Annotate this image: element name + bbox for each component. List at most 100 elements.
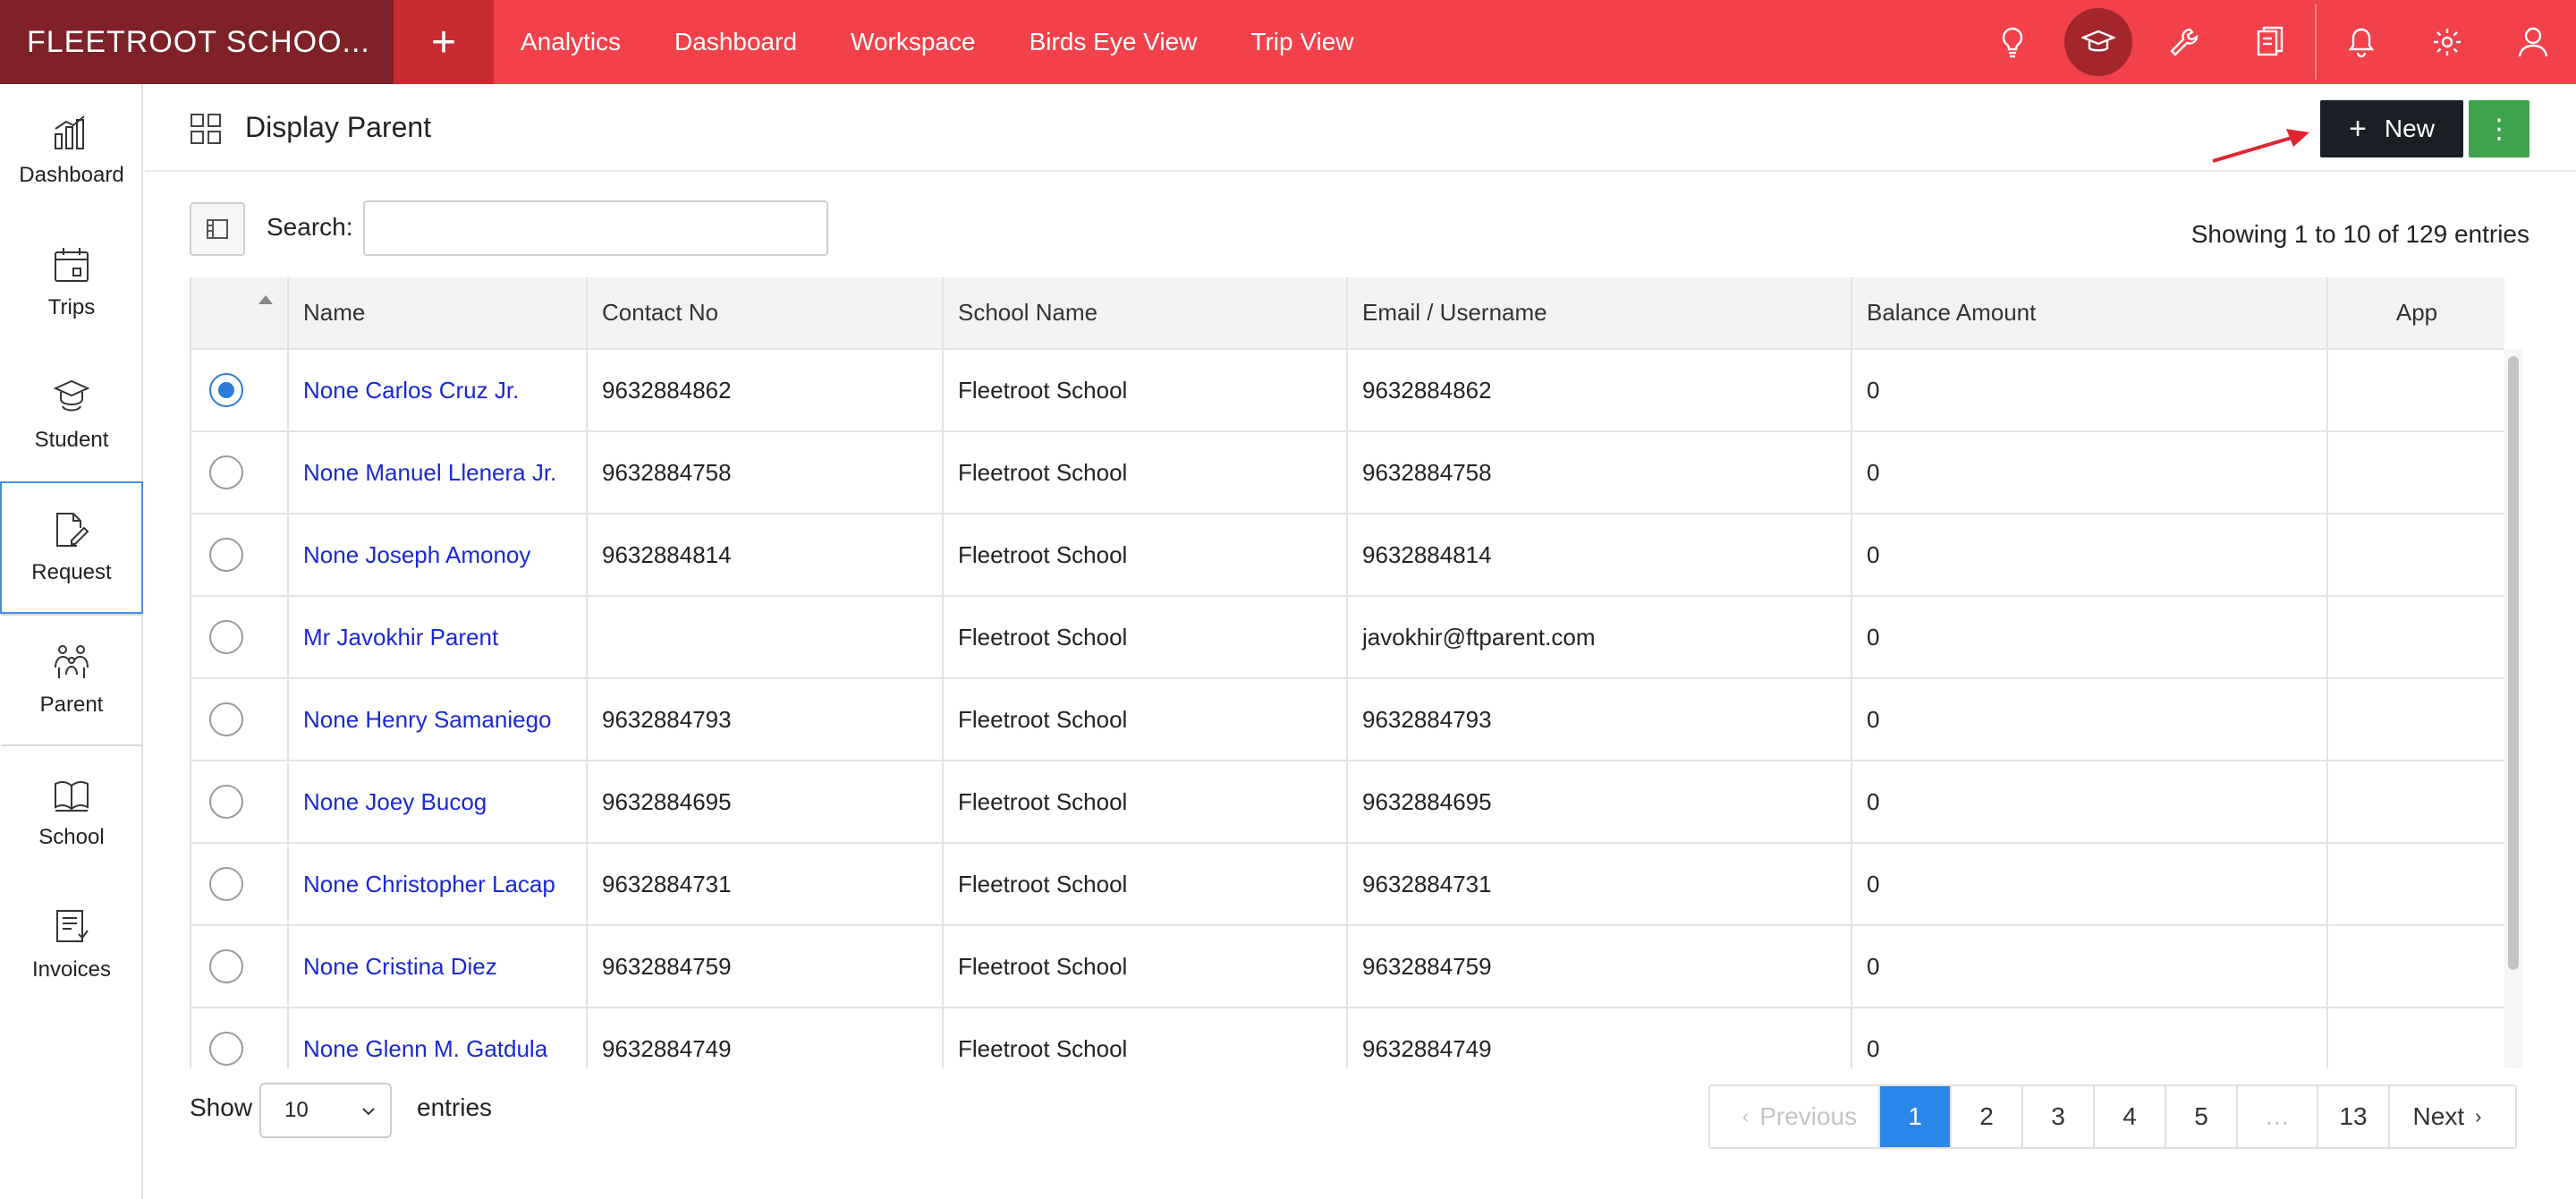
contact-cell: 9632884814 [587, 514, 944, 597]
nav-analytics[interactable]: Analytics [521, 0, 621, 84]
sidebar-item-request[interactable]: Request [0, 481, 143, 614]
brand-title[interactable]: FLEETROOT SCHOO... [0, 0, 394, 84]
search-input[interactable] [363, 200, 828, 256]
parent-name-link[interactable]: None Joseph Amonoy [288, 514, 588, 597]
page-ellipsis: … [2238, 1086, 2318, 1147]
column-header-school[interactable]: School Name [943, 277, 1348, 350]
nav-birds-eye-view[interactable]: Birds Eye View [1030, 0, 1198, 84]
sidebar-item-trips[interactable]: Trips [0, 217, 143, 349]
clipboard-icon[interactable] [2227, 0, 2313, 84]
sidebar-item-label: Trips [47, 295, 96, 319]
more-options-button[interactable]: ⋮ [2469, 100, 2529, 157]
parent-name-link[interactable]: None Henry Samaniego [288, 678, 588, 761]
sidebar-item-dashboard[interactable]: Dashboard [0, 84, 143, 217]
table-row[interactable]: None Cristina Diez 9632884759 Fleetroot … [191, 925, 2504, 1008]
sidebar-item-label: Parent [39, 693, 104, 717]
contact-cell: 9632884749 [587, 1008, 944, 1068]
user-icon[interactable] [2490, 0, 2576, 84]
table-row[interactable]: None Joey Bucog 9632884695 Fleetroot Sch… [191, 761, 2504, 844]
column-toggle-button[interactable] [190, 202, 245, 256]
table-row[interactable]: Mr Javokhir Parent Fleetroot School javo… [191, 596, 2504, 679]
row-radio[interactable] [209, 373, 243, 407]
app-cell [2327, 678, 2504, 761]
nav-dashboard[interactable]: Dashboard [674, 0, 797, 84]
table-row[interactable]: None Christopher Lacap 9632884731 Fleetr… [191, 843, 2504, 926]
column-header-email[interactable]: Email / Username [1347, 277, 1852, 350]
page-button-1[interactable]: 1 [1880, 1086, 1952, 1147]
row-radio[interactable] [209, 949, 243, 983]
column-header-contact[interactable]: Contact No [587, 277, 944, 350]
row-radio[interactable] [209, 455, 243, 489]
parent-name-link[interactable]: None Cristina Diez [288, 925, 588, 1008]
lightbulb-icon[interactable] [1970, 0, 2055, 84]
parent-name-link[interactable]: Mr Javokhir Parent [288, 596, 588, 679]
sidebar-item-invoices[interactable]: Invoices [0, 879, 143, 1011]
new-button-label: New [2384, 115, 2435, 142]
email-cell: 9632884759 [1347, 925, 1852, 1008]
school-cell: Fleetroot School [943, 761, 1348, 844]
wrench-icon[interactable] [2141, 0, 2227, 84]
nav-trip-view[interactable]: Trip View [1250, 0, 1353, 84]
row-radio[interactable] [209, 1032, 243, 1066]
balance-cell: 0 [1852, 514, 2328, 597]
email-cell: 9632884749 [1347, 1008, 1852, 1068]
nav-workspace[interactable]: Workspace [851, 0, 976, 84]
calendar-icon [55, 248, 89, 282]
entries-label: entries [417, 1093, 493, 1121]
parent-name-link[interactable]: None Carlos Cruz Jr. [288, 349, 588, 432]
row-radio[interactable] [209, 867, 243, 901]
page-button-13[interactable]: 13 [2318, 1086, 2390, 1147]
column-header-name[interactable]: Name [288, 277, 588, 350]
school-cell: Fleetroot School [943, 431, 1348, 514]
top-bar: FLEETROOT SCHOO... + Analytics Dashboard… [0, 0, 2576, 84]
table-row[interactable]: None Glenn M. Gatdula 9632884749 Fleetro… [191, 1008, 2504, 1068]
grid-icon[interactable] [190, 113, 222, 145]
parent-name-link[interactable]: None Joey Bucog [288, 761, 588, 844]
add-button[interactable]: + [394, 0, 494, 84]
school-cell: Fleetroot School [943, 925, 1348, 1008]
parent-name-link[interactable]: None Manuel Llenera Jr. [288, 431, 588, 514]
page-size-select[interactable]: 10 [259, 1083, 392, 1138]
bell-icon[interactable] [2318, 0, 2404, 84]
table-row[interactable]: None Manuel Llenera Jr. 9632884758 Fleet… [191, 431, 2504, 514]
table-row[interactable]: None Joseph Amonoy 9632884814 Fleetroot … [191, 514, 2504, 597]
sidebar-item-label: School [38, 825, 105, 849]
sidebar-item-parent[interactable]: Parent [0, 614, 143, 746]
balance-cell: 0 [1852, 596, 2328, 679]
page-button-3[interactable]: 3 [2023, 1086, 2095, 1147]
table-scrollbar-thumb[interactable] [2508, 356, 2519, 970]
row-radio[interactable] [209, 785, 243, 819]
page-button-2[interactable]: 2 [1952, 1086, 2023, 1147]
chevron-right-icon: › [2475, 1105, 2482, 1127]
row-radio[interactable] [209, 620, 243, 654]
gear-icon[interactable] [2404, 0, 2490, 84]
select-column-header[interactable] [191, 277, 289, 350]
table-row[interactable]: None Carlos Cruz Jr. 9632884862 Fleetroo… [191, 349, 2504, 432]
column-header-app[interactable]: App [2327, 277, 2504, 350]
previous-page-button[interactable]: ‹ Previous [1710, 1086, 1880, 1147]
bar-chart-icon [55, 115, 85, 149]
column-header-balance[interactable]: Balance Amount [1852, 277, 2328, 350]
page-button-4[interactable]: 4 [2095, 1086, 2166, 1147]
row-radio[interactable] [209, 702, 243, 736]
sidebar-item-school[interactable]: School [0, 746, 143, 879]
sidebar-item-label: Student [34, 428, 109, 452]
row-radio[interactable] [209, 538, 243, 572]
sidebar-item-label: Invoices [31, 957, 112, 982]
app-cell [2327, 761, 2504, 844]
next-page-button[interactable]: Next › [2390, 1086, 2515, 1147]
show-label: Show [190, 1093, 253, 1121]
next-label: Next [2412, 1102, 2465, 1130]
page-button-5[interactable]: 5 [2166, 1086, 2238, 1147]
pagination: ‹ Previous 1 2 3 4 5 … 13 Next › [1708, 1084, 2517, 1149]
parent-name-link[interactable]: None Christopher Lacap [288, 843, 588, 926]
email-cell: 9632884793 [1347, 678, 1852, 761]
sidebar-item-student[interactable]: Student [0, 349, 143, 481]
new-button[interactable]: + New [2320, 100, 2463, 157]
table-row[interactable]: None Henry Samaniego 9632884793 Fleetroo… [191, 678, 2504, 761]
chevron-left-icon: ‹ [1741, 1105, 1750, 1127]
parent-name-link[interactable]: None Glenn M. Gatdula [288, 1008, 588, 1068]
graduation-cap-icon[interactable] [2055, 0, 2141, 84]
balance-cell: 0 [1852, 678, 2328, 761]
email-cell: 9632884814 [1347, 514, 1852, 597]
